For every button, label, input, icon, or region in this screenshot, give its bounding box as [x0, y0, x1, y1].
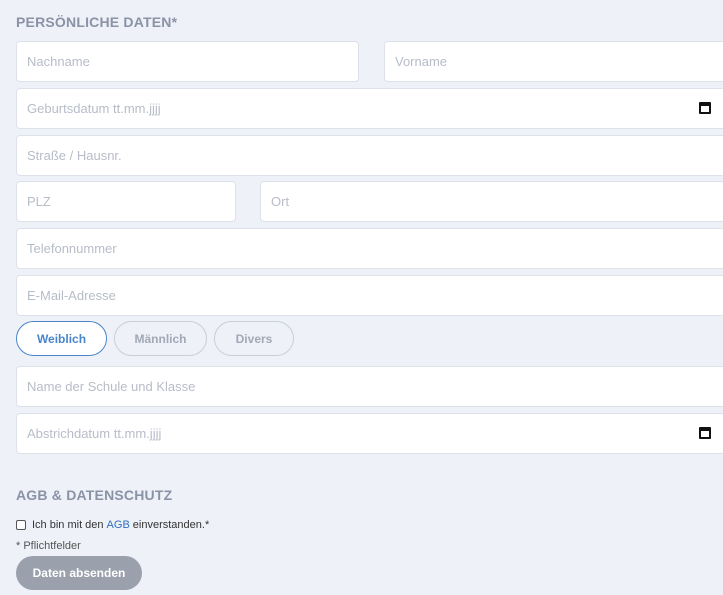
- nachname-placeholder: Nachname: [27, 54, 90, 69]
- agb-checkbox[interactable]: [16, 520, 26, 530]
- calendar-icon[interactable]: [699, 102, 711, 114]
- ort-field[interactable]: Ort: [260, 181, 723, 222]
- personal-data-heading: PERSÖNLICHE DATEN*: [16, 14, 178, 30]
- plz-field[interactable]: PLZ: [16, 181, 236, 222]
- geburtsdatum-placeholder: Geburtsdatum tt.mm.jjjj: [27, 101, 161, 116]
- email-placeholder: E-Mail-Adresse: [27, 288, 116, 303]
- required-fields-note: * Pflichtfelder: [16, 540, 81, 552]
- strasse-field[interactable]: Straße / Hausnr.: [16, 135, 723, 176]
- calendar-icon[interactable]: [699, 427, 711, 439]
- submit-button[interactable]: Daten absenden: [16, 556, 142, 590]
- ort-placeholder: Ort: [271, 194, 290, 209]
- gender-weiblich-button[interactable]: Weiblich: [16, 321, 107, 356]
- email-field[interactable]: E-Mail-Adresse: [16, 275, 723, 316]
- nachname-field[interactable]: Nachname: [16, 41, 359, 82]
- gender-maennlich-button[interactable]: Männlich: [114, 321, 207, 356]
- vorname-placeholder: Vorname: [395, 54, 448, 69]
- abstrichdatum-placeholder: Abstrichdatum tt.mm.jjjj: [27, 426, 162, 441]
- geburtsdatum-field[interactable]: Geburtsdatum tt.mm.jjjj: [16, 88, 723, 129]
- strasse-placeholder: Straße / Hausnr.: [27, 148, 122, 163]
- agb-link[interactable]: AGB: [107, 519, 130, 531]
- telefon-field[interactable]: Telefonnummer: [16, 228, 723, 269]
- agb-text-before: Ich bin mit den: [32, 519, 104, 531]
- abstrichdatum-field[interactable]: Abstrichdatum tt.mm.jjjj: [16, 413, 723, 454]
- schule-field[interactable]: Name der Schule und Klasse: [16, 366, 723, 407]
- registration-form: PERSÖNLICHE DATEN* Nachname Vorname Gebu…: [0, 0, 723, 595]
- telefon-placeholder: Telefonnummer: [27, 241, 117, 256]
- agb-text-after: einverstanden.*: [132, 519, 210, 531]
- vorname-field[interactable]: Vorname: [384, 41, 723, 82]
- agb-consent-row: Ich bin mit den AGB einverstanden.*: [16, 517, 209, 533]
- schule-placeholder: Name der Schule und Klasse: [27, 379, 196, 394]
- gender-divers-button[interactable]: Divers: [214, 321, 294, 356]
- plz-placeholder: PLZ: [27, 194, 51, 209]
- agb-heading: AGB & DATENSCHUTZ: [16, 487, 173, 503]
